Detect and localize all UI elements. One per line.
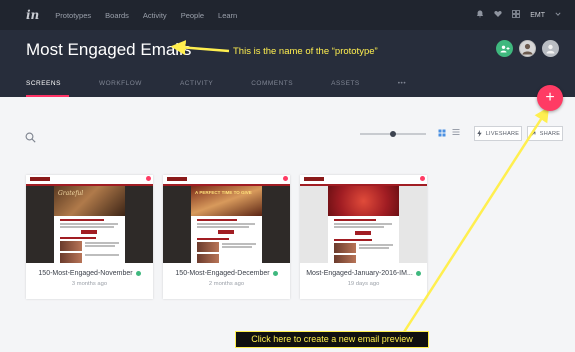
tab-comments[interactable]: COMMENTS	[251, 80, 293, 91]
liveshare-label: LIVESHARE	[485, 130, 520, 137]
screen-card[interactable]: A PERFECT TIME TO GIVE 150-Most-Engaged-…	[163, 175, 290, 299]
tab-activity[interactable]: ACTIVITY	[180, 80, 213, 91]
screen-thumbnail[interactable]: Grateful	[26, 175, 153, 263]
screen-date: 3 months ago	[71, 281, 108, 287]
screen-name[interactable]: 150-Most-Engaged-December	[175, 270, 269, 277]
nav-link-people[interactable]: People	[181, 11, 204, 20]
avatar[interactable]	[542, 40, 559, 57]
add-person-icon	[500, 45, 509, 52]
lightning-icon	[477, 130, 482, 137]
top-right-controls: EMT	[476, 0, 561, 30]
collaborator-avatars	[496, 40, 559, 57]
nav-link-learn[interactable]: Learn	[218, 11, 237, 20]
top-nav: in Prototypes Boards Activity People Lea…	[0, 0, 575, 30]
chevron-down-icon[interactable]	[555, 11, 561, 19]
liveshare-button[interactable]: LIVESHARE	[474, 126, 522, 141]
tab-workflow[interactable]: WORKFLOW	[99, 80, 142, 91]
search-icon[interactable]	[25, 130, 36, 143]
share-label: SHARE	[539, 130, 561, 137]
status-dot	[272, 270, 278, 276]
unread-dot	[146, 176, 151, 181]
nav-link-prototypes[interactable]: Prototypes	[55, 11, 91, 20]
annotation-prototype-name: This is the name of the “prototype”	[233, 46, 378, 57]
screens-panel: LIVESHARE SHARE Grateful 150-Most-Engage…	[0, 97, 575, 352]
page-title[interactable]: Most Engaged Emails	[26, 40, 191, 60]
avatar[interactable]	[519, 40, 536, 57]
annotation-create-preview: Click here to create a new email preview	[235, 331, 429, 348]
zoom-slider-handle[interactable]	[390, 131, 396, 137]
screen-card[interactable]: Grateful 150-Most-Engaged-November 3 mon…	[26, 175, 153, 299]
nav-link-activity[interactable]: Activity	[143, 11, 167, 20]
status-dot	[135, 270, 141, 276]
share-arrow-icon	[529, 131, 536, 137]
user-menu[interactable]: EMT	[530, 12, 545, 19]
person-icon	[546, 44, 555, 54]
screen-card[interactable]: Most-Engaged-January-2016-IM... 19 days …	[300, 175, 427, 299]
bell-icon[interactable]	[476, 10, 484, 20]
screen-name[interactable]: 150-Most-Engaged-November	[38, 270, 132, 277]
zoom-slider[interactable]	[360, 131, 426, 137]
add-collaborator-button[interactable]	[496, 40, 513, 57]
tab-screens[interactable]: SCREENS	[26, 80, 69, 97]
unread-dot	[283, 176, 288, 181]
apps-grid-icon[interactable]	[512, 10, 521, 20]
tab-assets[interactable]: ASSETS	[331, 80, 360, 91]
screen-date: 19 days ago	[347, 281, 380, 287]
list-view-icon[interactable]	[452, 128, 460, 138]
nav-link-boards[interactable]: Boards	[105, 11, 129, 20]
thumbnail-hero-text: A PERFECT TIME TO GIVE	[195, 190, 252, 195]
prototype-header: Most Engaged Emails This is the name of …	[0, 30, 575, 97]
screen-thumbnail[interactable]: A PERFECT TIME TO GIVE	[163, 175, 290, 263]
screen-thumbnail[interactable]	[300, 175, 427, 263]
prototype-tabs: SCREENS WORKFLOW ACTIVITY COMMENTS ASSET…	[26, 80, 444, 97]
grid-view-icon[interactable]	[438, 129, 446, 139]
add-screen-button[interactable]: +	[537, 85, 563, 111]
share-button[interactable]: SHARE	[527, 126, 563, 141]
heart-icon[interactable]	[494, 10, 502, 20]
status-dot	[415, 270, 421, 276]
thumbnail-hero-text: Grateful	[58, 190, 84, 197]
unread-dot	[420, 176, 425, 181]
invision-logo[interactable]: in	[26, 8, 39, 22]
screen-name[interactable]: Most-Engaged-January-2016-IM...	[306, 270, 413, 277]
screen-date: 2 months ago	[208, 281, 245, 287]
tab-more[interactable]: •••	[398, 80, 406, 91]
person-photo-icon	[522, 43, 533, 55]
